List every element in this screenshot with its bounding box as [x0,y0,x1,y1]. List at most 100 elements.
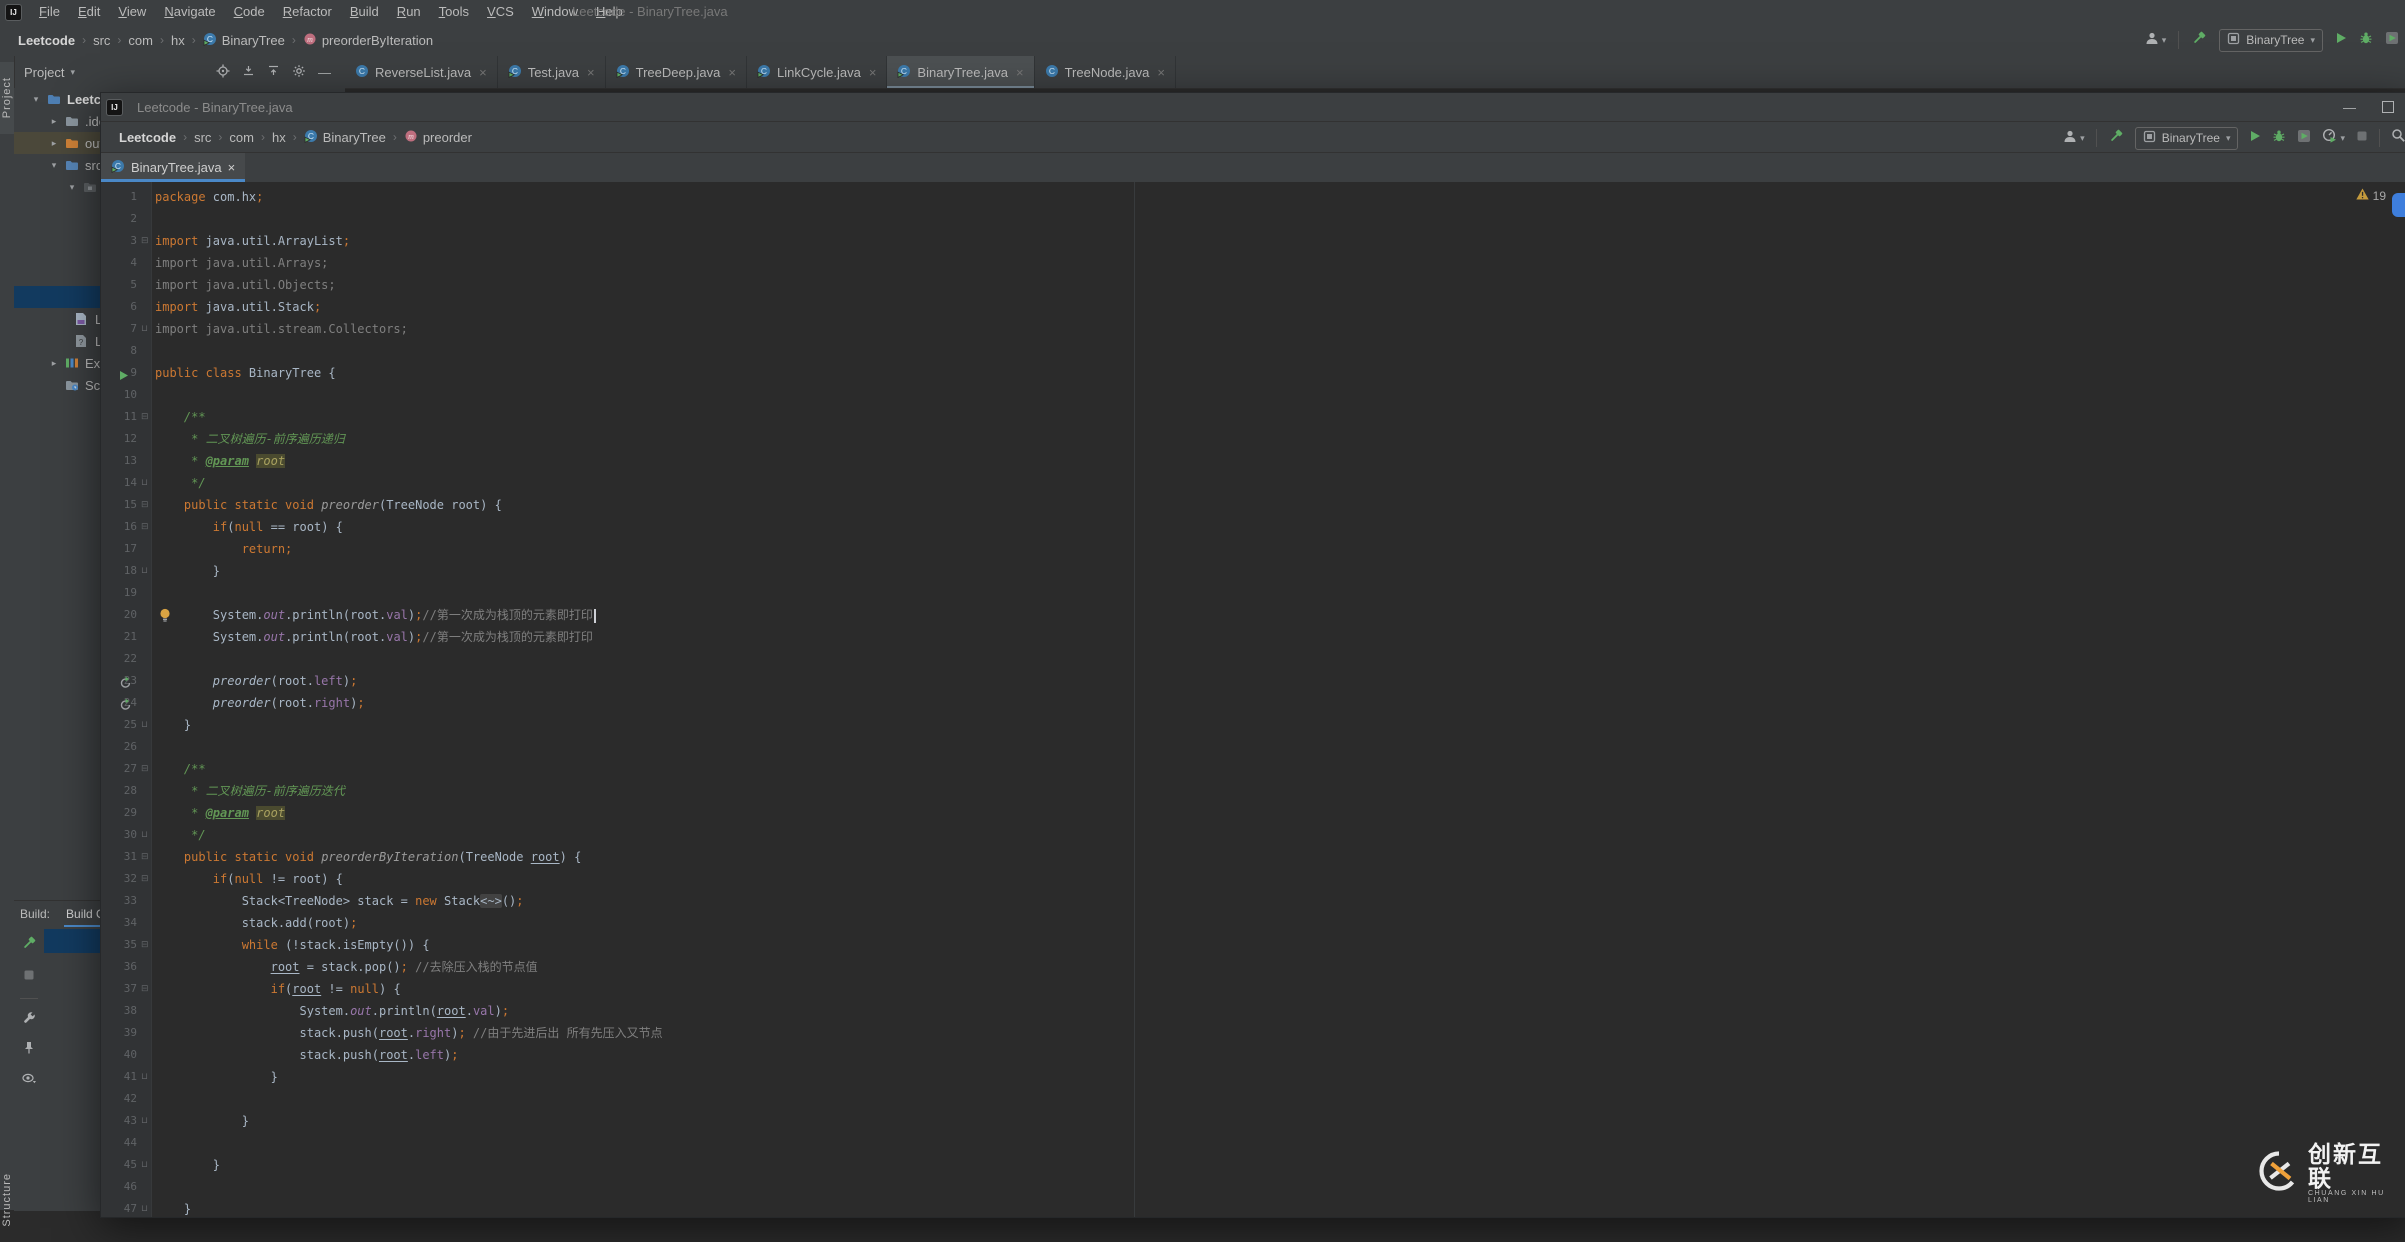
close-icon[interactable]: × [869,65,877,80]
inner-tab-binarytree[interactable]: C BinaryTree.java × [101,153,245,182]
fold-marker[interactable]: ⊟ [141,978,151,1000]
code-line-35[interactable]: 35⊟ while (!stack.isEmpty()) { [101,934,2405,956]
breadcrumb-item-src[interactable]: src [194,130,211,145]
fold-marker[interactable]: ⊔ [141,714,151,736]
breadcrumb-item-com[interactable]: com [128,33,153,48]
breadcrumb-item-Leetcode[interactable]: Leetcode [119,130,176,145]
fold-marker[interactable]: ⊔ [141,1110,151,1132]
menu-item-view[interactable]: View [109,0,155,24]
stop-icon[interactable] [2356,129,2368,147]
close-icon[interactable]: × [587,65,595,80]
breadcrumb-item-BinaryTree[interactable]: CBinaryTree [203,32,285,49]
close-icon[interactable]: × [479,65,487,80]
code-line-19[interactable]: 19 [101,582,2405,604]
code-line-40[interactable]: 40 stack.push(root.left); [101,1044,2405,1066]
breadcrumb-item-hx[interactable]: hx [272,130,286,145]
code-line-32[interactable]: 32⊟ if(null != root) { [101,868,2405,890]
code-line-20[interactable]: 20 System.out.println(root.val);//第一次成为栈… [101,604,2405,626]
code-line-25[interactable]: 25⊔ } [101,714,2405,736]
pin-icon[interactable] [23,1041,35,1059]
chevron-right-icon[interactable]: ▸ [48,116,60,127]
fold-marker[interactable]: ⊟ [141,230,151,252]
search-icon[interactable] [2391,128,2405,148]
tab-TreeNode.java[interactable]: CTreeNode.java× [1035,56,1176,88]
fold-marker[interactable]: ⊟ [141,868,151,890]
view-options-icon[interactable] [22,1071,37,1089]
inspections-widget[interactable]: 19 [2356,188,2386,203]
build-hammer-icon[interactable] [2108,128,2124,149]
breadcrumb-item-BinaryTree[interactable]: CBinaryTree [304,129,386,146]
code-line-17[interactable]: 17 return; [101,538,2405,560]
code-line-41[interactable]: 41⊔ } [101,1066,2405,1088]
fold-marker[interactable]: ⊟ [141,494,151,516]
collapse-all-icon[interactable] [242,64,255,80]
fold-marker[interactable]: ⊟ [141,846,151,868]
build-hammer-icon[interactable] [2191,30,2207,51]
fold-marker[interactable]: ⊔ [141,1066,151,1088]
menu-item-vcs[interactable]: VCS [478,0,523,24]
minimize-icon[interactable]: — [2343,100,2356,115]
code-line-9[interactable]: 9public class BinaryTree { [101,362,2405,384]
hide-panel-icon[interactable]: — [318,65,331,80]
code-line-30[interactable]: 30⊔ */ [101,824,2405,846]
code-line-10[interactable]: 10 [101,384,2405,406]
menu-item-code[interactable]: Code [225,0,274,24]
menu-item-run[interactable]: Run [388,0,430,24]
close-icon[interactable]: × [1016,65,1024,80]
breadcrumb-item-hx[interactable]: hx [171,33,185,48]
breadcrumb-item-com[interactable]: com [229,130,254,145]
menu-item-build[interactable]: Build [341,0,388,24]
tool-stripe-structure-button[interactable]: Structure [0,1158,14,1242]
code-line-42[interactable]: 42 [101,1088,2405,1110]
settings-wrench-icon[interactable] [23,1011,36,1029]
fold-marker[interactable]: ⊟ [141,406,151,428]
breadcrumb-item-preorder[interactable]: mpreorder [404,129,472,146]
stop-icon[interactable] [23,968,35,986]
fold-marker[interactable]: ⊟ [141,758,151,780]
fold-marker[interactable]: ⊔ [141,472,151,494]
code-line-33[interactable]: 33 Stack<TreeNode> stack = new Stack<~>(… [101,890,2405,912]
chevron-down-icon[interactable]: ▾ [30,94,42,105]
code-line-26[interactable]: 26 [101,736,2405,758]
user-menu-button[interactable]: ▾ [2063,129,2085,148]
breadcrumb-item-preorderByIteration[interactable]: mpreorderByIteration [303,32,433,49]
expand-all-icon[interactable] [267,64,280,80]
locate-file-icon[interactable] [216,64,230,81]
code-line-29[interactable]: 29 * @param root [101,802,2405,824]
fold-marker[interactable]: ⊟ [141,516,151,538]
tab-ReverseList.java[interactable]: CReverseList.java× [345,56,498,88]
code-line-6[interactable]: 6import java.util.Stack; [101,296,2405,318]
fold-marker[interactable]: ⊔ [141,560,151,582]
code-line-2[interactable]: 2 [101,208,2405,230]
code-line-13[interactable]: 13 * @param root [101,450,2405,472]
code-line-28[interactable]: 28 * 二叉树遍历-前序遍历迭代 [101,780,2405,802]
code-line-22[interactable]: 22 [101,648,2405,670]
coverage-button[interactable] [2297,129,2311,148]
inner-window-titlebar[interactable]: IJ Leetcode - BinaryTree.java — [101,93,2405,122]
menu-item-navigate[interactable]: Navigate [155,0,224,24]
coverage-button[interactable] [2385,31,2399,50]
tool-stripe-project-button[interactable]: Project [0,62,14,134]
profiler-button[interactable]: ▾ [2322,128,2345,148]
fold-marker[interactable]: ⊟ [141,934,151,956]
code-line-44[interactable]: 44 [101,1132,2405,1154]
chevron-right-icon[interactable]: ▸ [48,358,60,369]
code-line-46[interactable]: 46 [101,1176,2405,1198]
code-line-37[interactable]: 37⊟ if(root != null) { [101,978,2405,1000]
code-line-34[interactable]: 34 stack.add(root); [101,912,2405,934]
tab-LinkCycle.java[interactable]: CLinkCycle.java× [747,56,887,88]
menu-item-tools[interactable]: Tools [430,0,478,24]
gear-icon[interactable] [292,64,306,81]
code-line-15[interactable]: 15⊟ public static void preorder(TreeNode… [101,494,2405,516]
run-button[interactable] [2335,31,2347,49]
project-panel-header[interactable]: Project ▾ — [14,56,345,88]
code-line-47[interactable]: 47⊔ } [101,1198,2405,1217]
breadcrumb-item-Leetcode[interactable]: Leetcode [18,33,75,48]
chevron-down-icon[interactable]: ▾ [66,182,78,193]
code-line-27[interactable]: 27⊟ /** [101,758,2405,780]
code-line-24[interactable]: 24 preorder(root.right); [101,692,2405,714]
code-editor[interactable]: 1package com.hx;23⊟import java.util.Arra… [101,182,2405,1217]
fold-marker[interactable]: ⊔ [141,1154,151,1176]
code-line-39[interactable]: 39 stack.push(root.right); //由于先进后出 所有先压… [101,1022,2405,1044]
code-line-43[interactable]: 43⊔ } [101,1110,2405,1132]
